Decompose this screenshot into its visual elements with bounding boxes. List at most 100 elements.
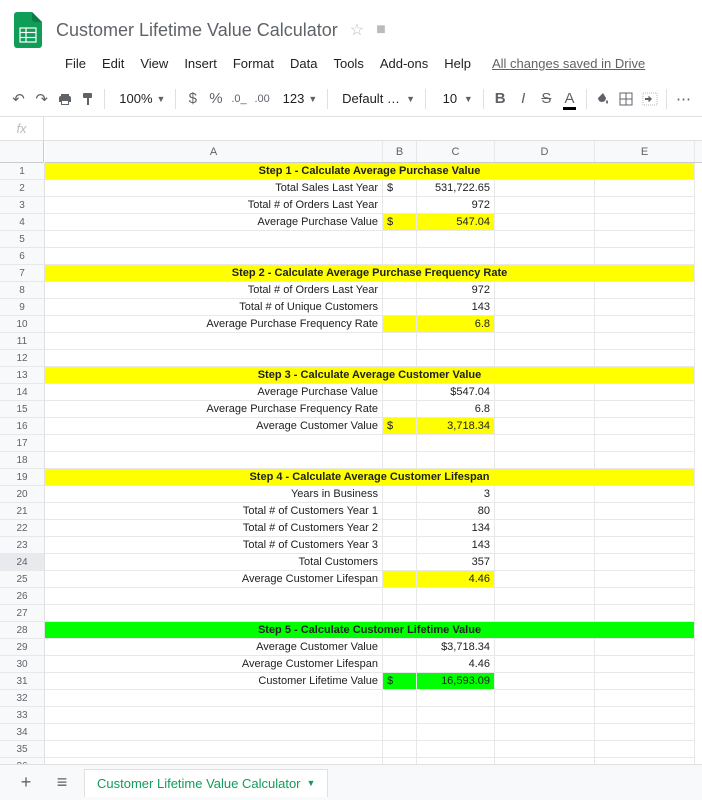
cell[interactable]: Average Purchase Frequency Rate [45,401,383,418]
sheet-tab-menu-caret[interactable]: ▼ [307,778,316,788]
cell[interactable]: 4.46 [417,571,495,588]
sheet-tab-active[interactable]: Customer Lifetime Value Calculator ▼ [84,769,328,797]
cell[interactable]: 972 [417,282,495,299]
add-sheet-button[interactable]: + [12,769,40,797]
cell[interactable] [495,231,595,248]
all-sheets-button[interactable]: ≡ [48,769,76,797]
cell[interactable]: 531,722.65 [417,180,495,197]
row-header[interactable]: 27 [0,605,44,622]
row-header[interactable]: 4 [0,214,44,231]
cell[interactable] [383,248,417,265]
cell[interactable] [495,656,595,673]
percent-button[interactable]: % [205,86,226,112]
cell[interactable] [495,741,595,758]
cell[interactable] [383,741,417,758]
row-header[interactable]: 13 [0,367,44,384]
column-header-A[interactable]: A [45,141,383,162]
cell[interactable] [383,537,417,554]
column-header-C[interactable]: C [417,141,495,162]
cell[interactable] [383,435,417,452]
cell[interactable]: $ [383,214,417,231]
cell[interactable] [595,231,695,248]
more-formats-select[interactable]: 123▼ [275,87,322,111]
cell[interactable] [595,299,695,316]
cell[interactable]: Total # of Customers Year 3 [45,537,383,554]
cell[interactable] [495,554,595,571]
cell[interactable]: 357 [417,554,495,571]
cell[interactable] [595,741,695,758]
menu-view[interactable]: View [133,52,175,75]
paint-format-button[interactable] [77,86,98,112]
row-header[interactable]: 19 [0,469,44,486]
cell[interactable] [595,605,695,622]
cell[interactable]: Customer Lifetime Value [45,673,383,690]
undo-button[interactable]: ↶ [8,86,29,112]
cell[interactable] [383,588,417,605]
row-header[interactable]: 3 [0,197,44,214]
cell[interactable] [495,333,595,350]
row-header[interactable]: 10 [0,316,44,333]
cell[interactable] [595,418,695,435]
cell[interactable]: 6.8 [417,316,495,333]
row-header[interactable]: 6 [0,248,44,265]
cell[interactable]: Total # of Orders Last Year [45,197,383,214]
cell[interactable] [495,418,595,435]
cell[interactable] [383,231,417,248]
cell[interactable] [495,520,595,537]
select-all-corner[interactable] [0,141,44,163]
cell[interactable] [495,435,595,452]
cell[interactable] [45,707,383,724]
text-color-button[interactable]: A [559,86,580,112]
column-header-E[interactable]: E [595,141,695,162]
row-header[interactable]: 1 [0,163,44,180]
cell[interactable] [45,588,383,605]
cell[interactable] [383,486,417,503]
font-select[interactable]: Default (Ari...▼ [334,87,419,111]
column-header-B[interactable]: B [383,141,417,162]
cell[interactable] [495,486,595,503]
cell[interactable]: $ [383,418,417,435]
cell[interactable] [495,197,595,214]
cell[interactable] [495,214,595,231]
cell[interactable] [45,690,383,707]
row-header[interactable]: 24 [0,554,44,571]
cell[interactable]: 972 [417,197,495,214]
currency-button[interactable]: $ [182,86,203,112]
cell[interactable]: $ [383,180,417,197]
row-header[interactable]: 20 [0,486,44,503]
cell[interactable] [495,401,595,418]
cell[interactable] [595,707,695,724]
row-header[interactable]: 22 [0,520,44,537]
cell[interactable] [383,384,417,401]
row-header[interactable]: 18 [0,452,44,469]
cell[interactable] [595,656,695,673]
cell[interactable] [495,248,595,265]
cell[interactable] [45,248,383,265]
cell[interactable] [495,537,595,554]
cell[interactable] [495,299,595,316]
cell[interactable] [383,690,417,707]
cell[interactable] [417,435,495,452]
cell[interactable]: Average Customer Lifespan [45,571,383,588]
cell[interactable] [495,639,595,656]
row-header[interactable]: 9 [0,299,44,316]
formula-input[interactable] [44,117,702,140]
row-header[interactable]: 23 [0,537,44,554]
cell[interactable] [383,554,417,571]
menu-help[interactable]: Help [437,52,478,75]
cell[interactable] [495,282,595,299]
save-status[interactable]: All changes saved in Drive [492,56,645,71]
cell[interactable]: $3,718.34 [417,639,495,656]
cell[interactable] [495,503,595,520]
cell[interactable] [595,486,695,503]
cell[interactable] [595,452,695,469]
cell[interactable] [595,316,695,333]
cell[interactable] [45,605,383,622]
cell[interactable] [595,350,695,367]
cell[interactable] [383,639,417,656]
row-header[interactable]: 29 [0,639,44,656]
cell[interactable]: Average Customer Value [45,639,383,656]
font-size-select[interactable]: 10▼ [432,87,477,111]
cell[interactable] [495,350,595,367]
menu-tools[interactable]: Tools [326,52,370,75]
